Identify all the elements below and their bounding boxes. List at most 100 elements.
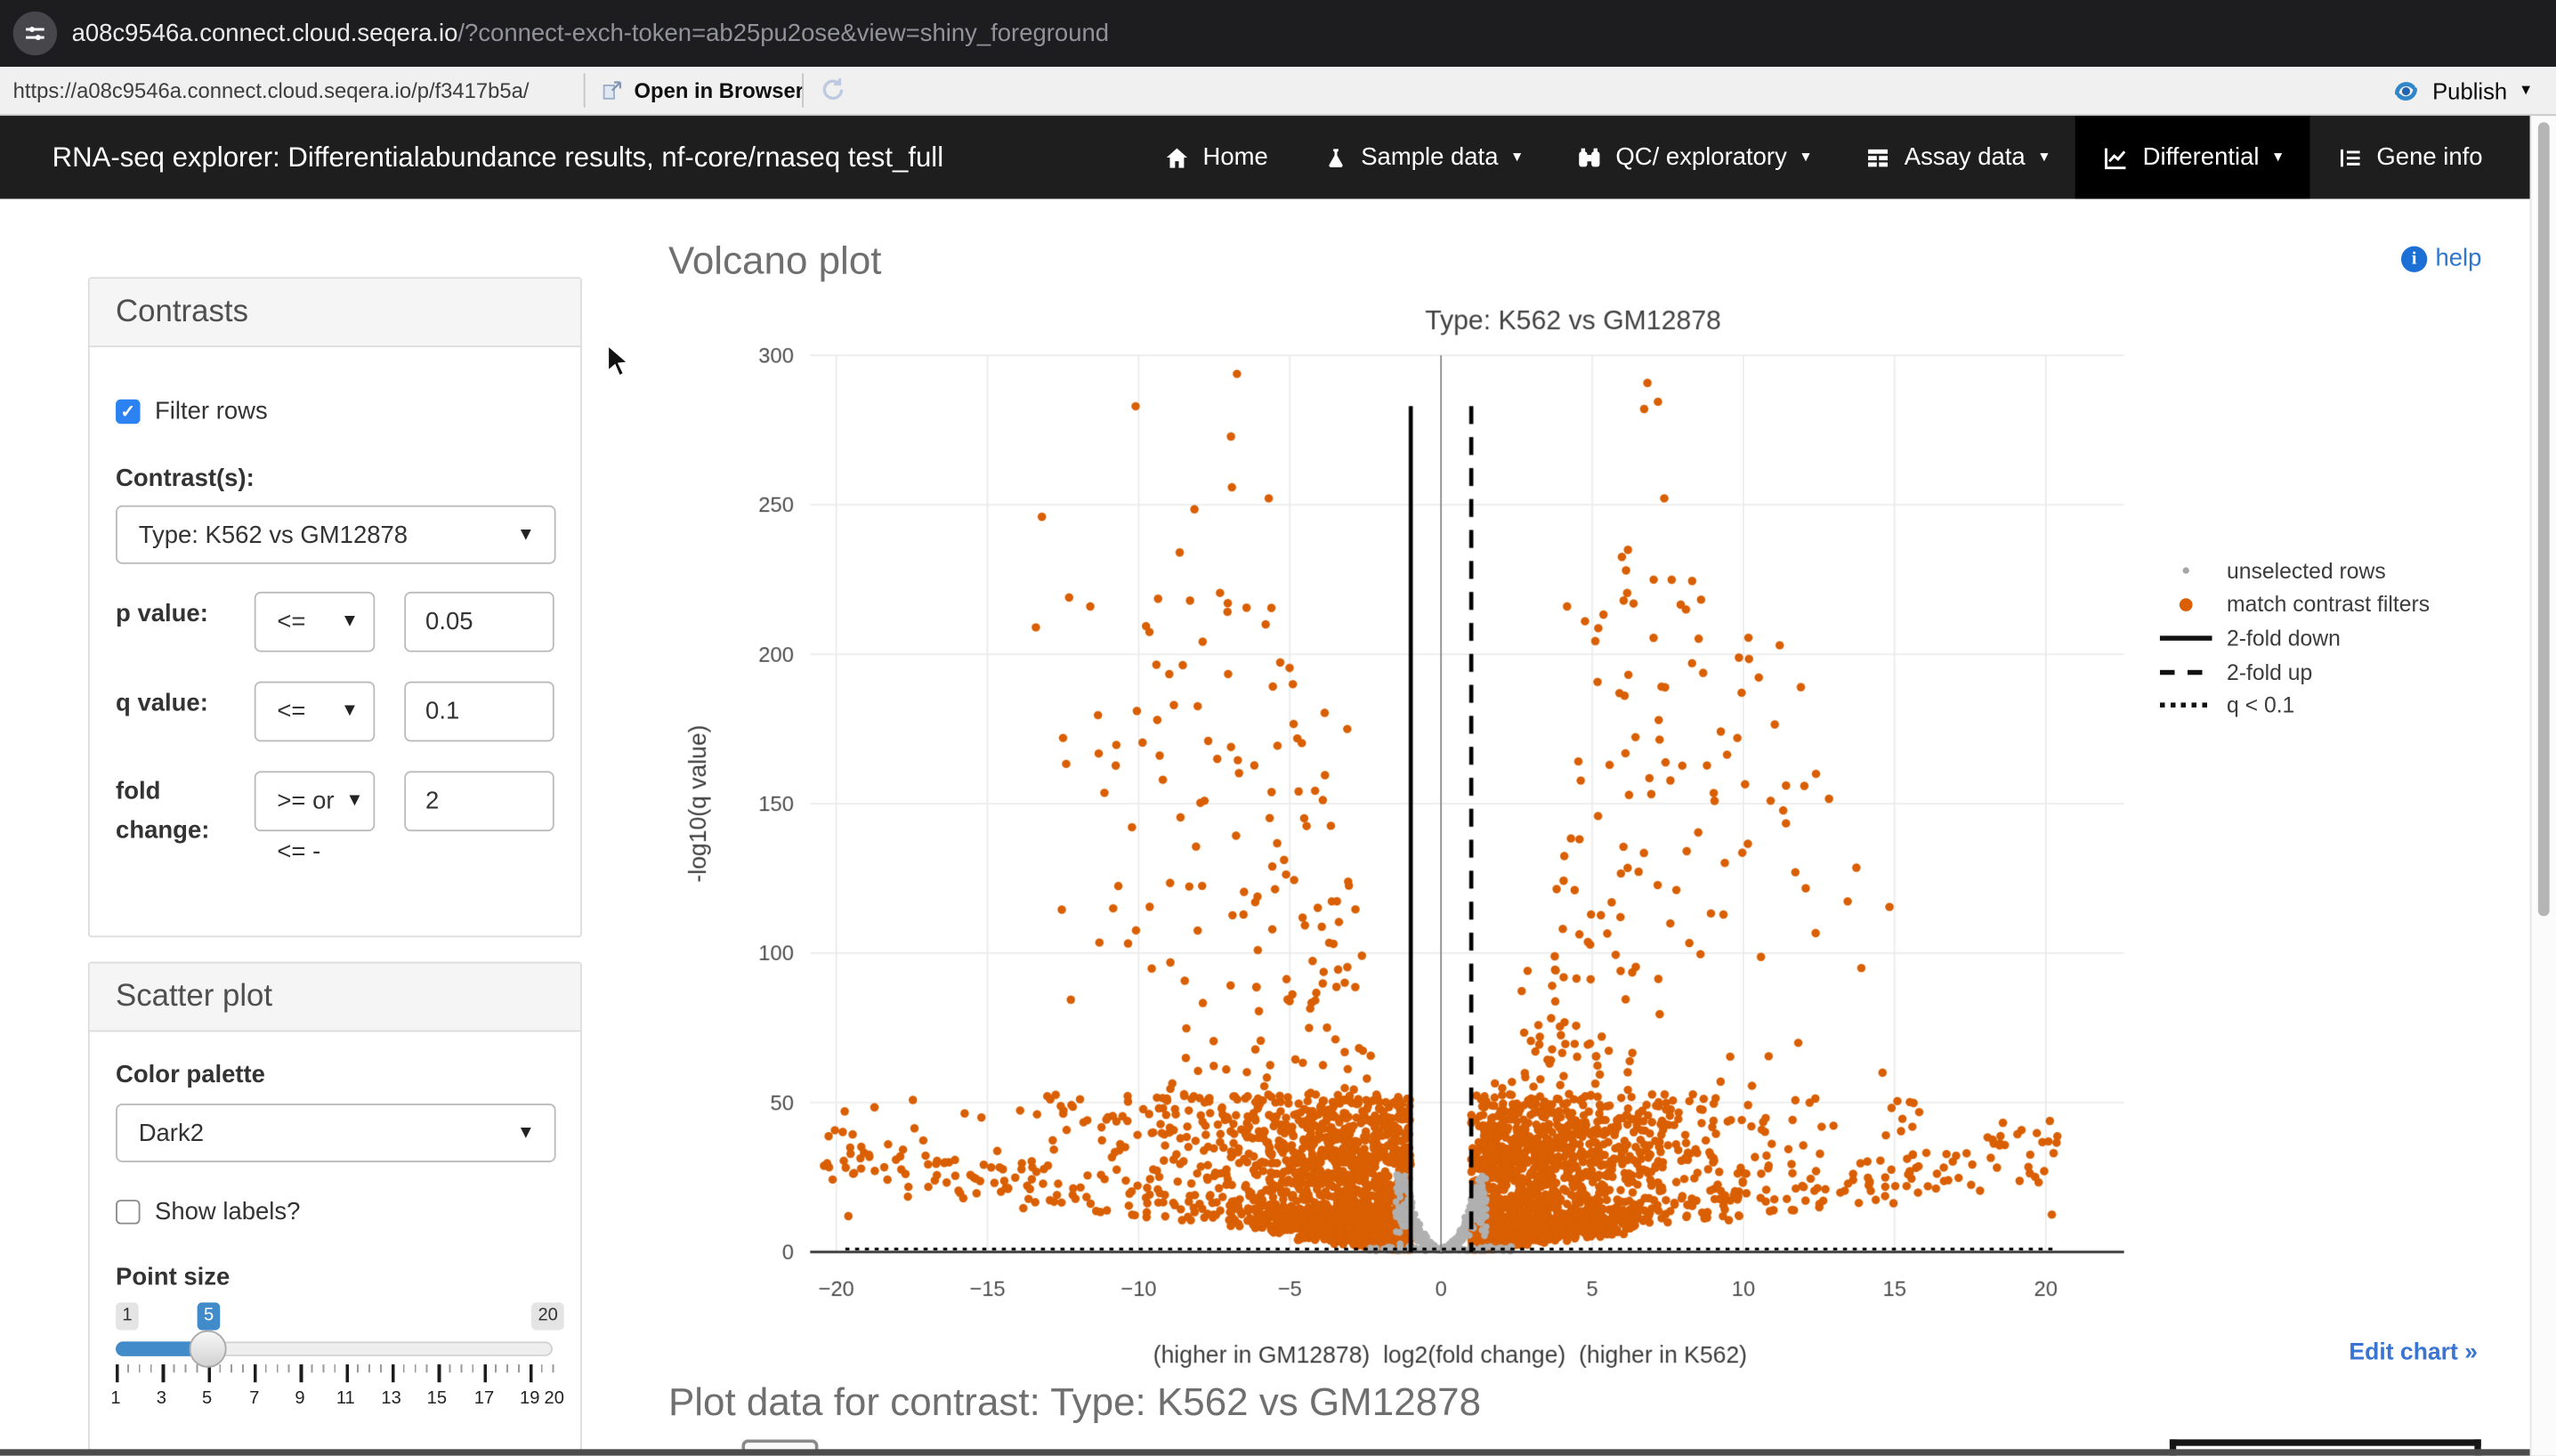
deployment-url: https://a08c9546a.connect.cloud.seqera.i… [13, 67, 530, 114]
mouse-cursor [606, 344, 630, 377]
slider-max-badge: 20 [531, 1302, 564, 1330]
slider-tick-label: 13 [381, 1389, 400, 1409]
chevron-down-icon: ▼ [517, 526, 535, 544]
chevron-down-icon: ▼ [341, 613, 359, 631]
help-label: help [2435, 245, 2481, 272]
scatter-plot-panel: Scatter plot Color palette Dark2 ▼ Show … [88, 962, 582, 1451]
nav-label: Differential [2143, 143, 2260, 171]
chevron-down-icon: ▾ [2040, 150, 2048, 166]
color-palette-select[interactable]: Dark2 ▼ [116, 1104, 556, 1162]
edit-chart-link[interactable]: Edit chart » [2349, 1340, 2478, 1366]
app-title: RNA-seq explorer: Differentialabundance … [53, 116, 944, 198]
flask-icon [1323, 144, 1347, 170]
q-value-label: q value: [116, 690, 208, 717]
connect-toolbar: https://a08c9546a.connect.cloud.seqera.i… [0, 67, 2556, 116]
chevron-down-icon: ▼ [346, 792, 364, 810]
slider-tick-label: 1 [110, 1389, 120, 1409]
address-bar[interactable]: a08c9546a.connect.cloud.seqera.io/?conne… [72, 0, 1109, 67]
chevron-down-icon[interactable]: ▼ [2519, 83, 2533, 97]
scrollbar-thumb[interactable] [2538, 122, 2550, 916]
chevron-down-icon: ▼ [517, 1124, 535, 1142]
info-icon: i [2401, 246, 2427, 271]
divider [584, 73, 586, 107]
publish-button[interactable]: Publish ▼ [2391, 67, 2533, 114]
page-title: Volcano plot [668, 239, 882, 285]
plot-data-heading: Plot data for contrast: Type: K562 vs GM… [668, 1380, 1481, 1426]
chevron-down-icon: ▼ [341, 702, 359, 720]
bottom-edge-strip [0, 1449, 2556, 1455]
checkbox-checked-icon[interactable]: ✓ [116, 400, 140, 424]
slider-tick-label: 15 [427, 1389, 447, 1409]
p-operator-select[interactable]: <= ▼ [255, 592, 376, 652]
binoculars-icon [1576, 144, 1602, 170]
filter-rows-checkbox[interactable]: ✓ Filter rows [116, 398, 268, 425]
legend-label: 2-fold down [2227, 626, 2341, 650]
p-value-input[interactable]: 0.05 [404, 592, 554, 652]
chevron-down-icon: ▾ [2274, 150, 2282, 166]
chart-line-icon [2104, 144, 2130, 170]
chevron-down-icon: ▾ [1513, 150, 1521, 166]
filter-rows-label: Filter rows [155, 398, 268, 425]
legend-item-unselected: unselected rows [2160, 554, 2430, 588]
legend-item-2fold-up: 2-fold up [2160, 655, 2430, 689]
nav-item-gene-info[interactable]: Gene info [2309, 116, 2510, 198]
nav-label: QC/ exploratory [1615, 143, 1786, 171]
slider-major-ticks [116, 1364, 556, 1382]
nav-item-differential[interactable]: Differential ▾ [2076, 116, 2310, 198]
refresh-button[interactable] [818, 75, 847, 112]
dashed-line-icon [2160, 669, 2212, 674]
open-in-browser-button[interactable]: Open in Browser [600, 67, 804, 114]
open-in-new-icon [600, 78, 624, 102]
slider-tick-label: 7 [249, 1389, 259, 1409]
color-palette-label: Color palette [116, 1061, 265, 1088]
gray-dot-icon [2160, 568, 2212, 574]
volcano-plot-canvas[interactable] [684, 302, 2151, 1386]
dotted-line-icon [2160, 703, 2212, 708]
publish-logo-icon [2391, 76, 2421, 105]
contrast-label: Contrast(s): [116, 465, 255, 492]
slider-tick-label: 5 [202, 1389, 212, 1409]
q-operator-select[interactable]: <= ▼ [255, 682, 376, 742]
q-operator-value: <= [256, 698, 306, 725]
q-value-input[interactable]: 0.1 [404, 682, 554, 742]
legend-label: q < 0.1 [2227, 693, 2294, 717]
page-scrollbar[interactable] [2530, 116, 2556, 1456]
slider-value-badge: 5 [198, 1302, 221, 1330]
plot-legend: unselected rows match contrast filters 2… [2160, 554, 2430, 723]
fold-change-label-line1: fold [116, 778, 160, 805]
nav-item-sample-data[interactable]: Sample data ▾ [1296, 116, 1549, 198]
p-operator-value: <= [256, 608, 306, 635]
legend-item-2fold-down: 2-fold down [2160, 621, 2430, 655]
home-icon [1164, 144, 1190, 170]
slider-tick-label: 11 [336, 1389, 355, 1409]
legend-label: match contrast filters [2227, 593, 2430, 617]
nav-item-qc-exploratory[interactable]: QC/ exploratory ▾ [1549, 116, 1837, 198]
contrast-select[interactable]: Type: K562 vs GM12878 ▼ [116, 506, 556, 564]
divider [802, 73, 804, 107]
color-palette-value: Dark2 [117, 1119, 204, 1146]
window-controls-icon[interactable] [13, 12, 57, 55]
rna-seq-explorer-app: a08c9546a.connect.cloud.seqera.io/?conne… [0, 0, 2556, 1456]
checkbox-unchecked-icon[interactable] [116, 1200, 140, 1224]
browser-tab-bar: a08c9546a.connect.cloud.seqera.io/?conne… [0, 0, 2556, 67]
nav-menu: Home Sample data ▾ QC/ exploratory ▾ Ass… [1136, 116, 2510, 198]
fold-change-input[interactable]: 2 [404, 771, 554, 831]
slider-handle[interactable] [189, 1331, 226, 1368]
legend-item-match-filters: match contrast filters [2160, 587, 2430, 621]
chevron-down-icon: ▾ [1801, 150, 1809, 166]
publish-label: Publish [2432, 77, 2507, 103]
orange-dot-icon [2160, 598, 2212, 611]
fold-change-operator-overflow: <= - [277, 837, 320, 865]
nav-item-assay-data[interactable]: Assay data ▾ [1838, 116, 2076, 198]
legend-item-q-threshold: q < 0.1 [2160, 689, 2430, 723]
slider-tick-label: 3 [157, 1389, 166, 1409]
point-size-label: Point size [116, 1264, 230, 1291]
contrasts-panel: Contrasts ✓ Filter rows Contrast(s): Typ… [88, 277, 582, 937]
slider-min-badge: 1 [116, 1302, 139, 1330]
show-labels-checkbox[interactable]: Show labels? [116, 1198, 300, 1225]
p-value-label: p value: [116, 600, 208, 627]
slider-tick-label: 17 [474, 1389, 494, 1409]
nav-item-home[interactable]: Home [1136, 116, 1296, 198]
help-link[interactable]: i help [2401, 245, 2481, 272]
fold-change-operator-select[interactable]: >= or ▼ [255, 771, 376, 831]
